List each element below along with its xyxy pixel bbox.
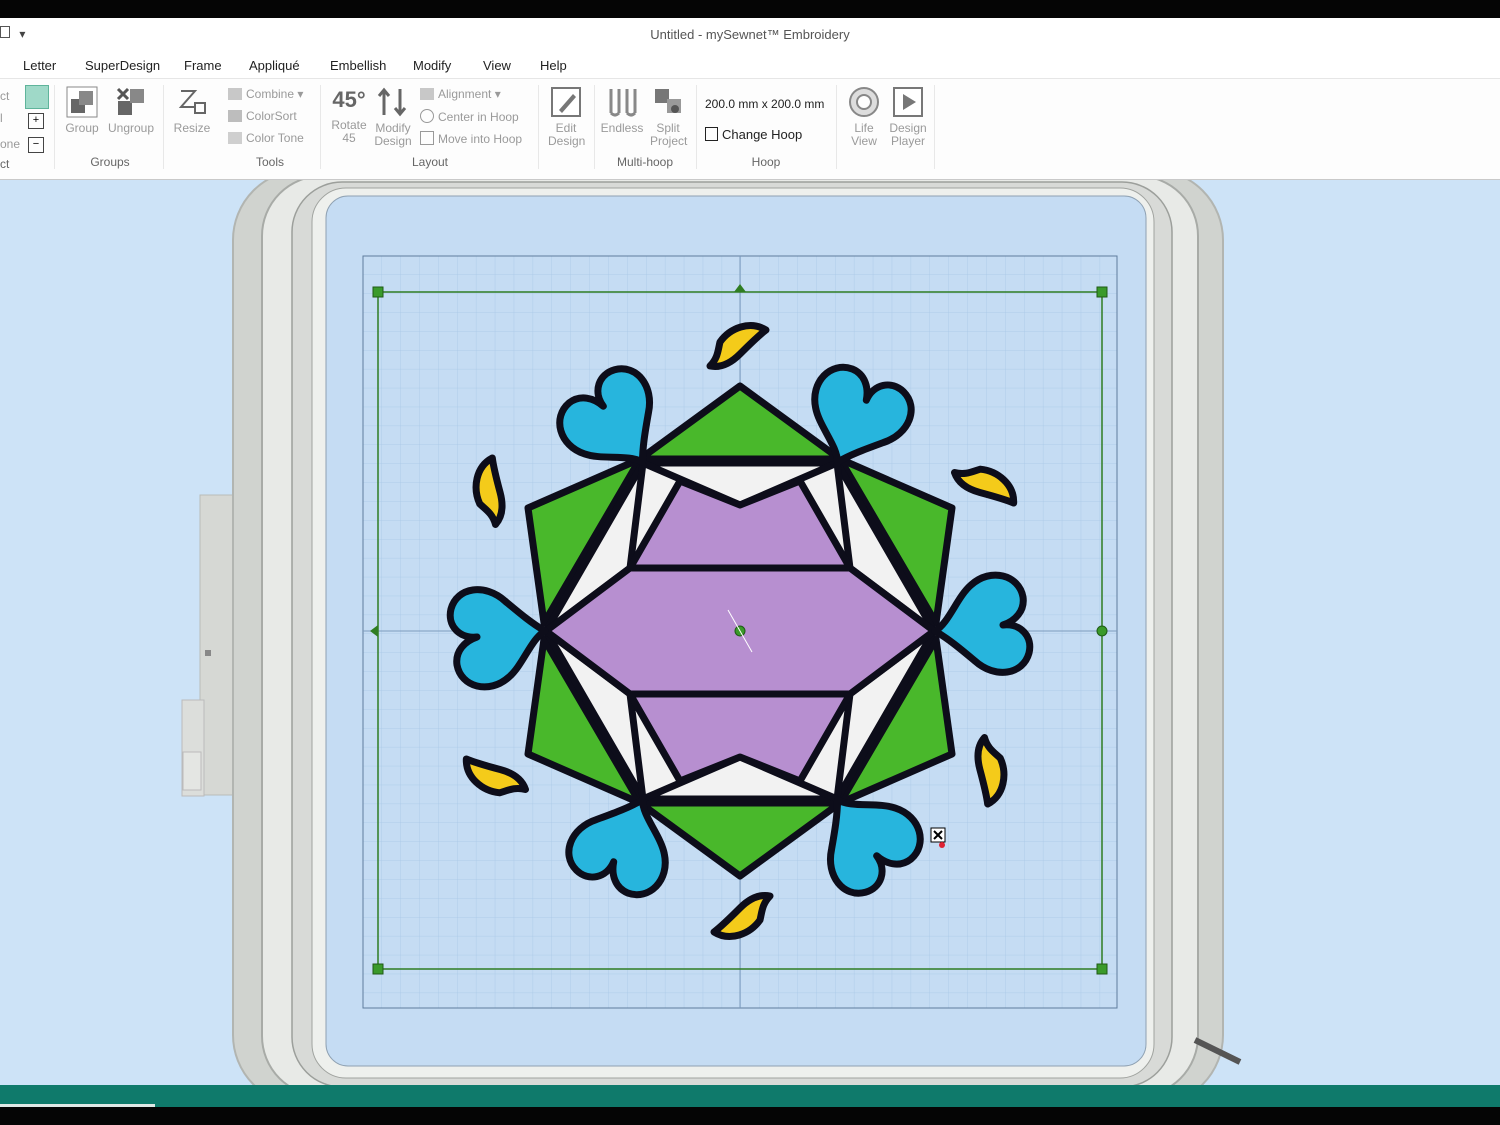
remove-from-selection-icon[interactable]: − [28,137,44,153]
alignment-button[interactable]: Alignment ▾ [420,87,501,101]
colortone-button[interactable]: Color Tone [228,131,304,145]
tab-help[interactable]: Help [540,58,567,73]
center-in-hoop-icon [420,109,434,123]
design-player-label: Design Player [889,121,927,148]
title-bar: ▾ Untitled - mySewnet™ Embroidery [0,18,1500,52]
modify-design-button[interactable]: Modify Design [372,85,414,148]
center-in-hoop-label: Center in Hoop [438,110,519,124]
colorsort-label: ColorSort [246,109,297,123]
edit-design-icon [551,87,581,117]
alignment-label: Alignment [438,87,492,101]
rotate-handle[interactable] [1096,625,1108,637]
cut-label-2: l [0,111,3,125]
rotate-45-button[interactable]: 45° Rotate 45 [328,85,370,145]
tab-view[interactable]: View [483,58,511,73]
hoop-size-label: 200.0 mm x 200.0 mm [705,97,825,111]
endless-button[interactable]: Endless [600,85,644,135]
modify-design-icon [377,87,407,117]
resize-handle-top-right[interactable] [1096,286,1108,298]
rotate-45-label: Rotate 45 [331,118,367,145]
change-hoop-label: Change Hoop [722,127,803,142]
multihoop-group-label: Multi-hoop [616,155,674,169]
ungroup-button-label: Ungroup [107,121,155,135]
cut-label-3: one [0,137,21,151]
design-workspace[interactable] [0,180,1500,1085]
ungroup-button[interactable]: Ungroup [104,85,158,135]
tab-embellish[interactable]: Embellish [330,58,386,73]
ungroup-icon [116,87,144,115]
colorsort-icon [228,110,242,122]
resize-icon [178,90,206,114]
cut-label-1: ct [0,89,10,103]
life-view-button[interactable]: Life View [842,85,886,148]
tab-modify[interactable]: Modify [413,58,451,73]
endless-icon [609,89,637,117]
life-view-label: Life View [851,121,877,148]
combine-label: Combine [246,87,295,101]
rotate-45-icon: 45° [332,87,366,112]
split-project-button[interactable]: Split Project [646,85,690,148]
group-icon [66,86,98,118]
design-player-icon [893,87,923,117]
tools-group-label: Tools [255,155,284,169]
resize-handle-top-left[interactable] [372,286,384,298]
add-to-selection-icon[interactable]: + [28,113,44,129]
combine-button[interactable]: Combine ▾ [228,87,303,101]
colorsort-button[interactable]: ColorSort [228,109,297,123]
status-bar [0,1085,1500,1107]
move-into-hoop-button[interactable]: Move into Hoop [420,131,522,146]
alignment-icon [420,88,434,100]
resize-button-label: Resize [173,121,211,135]
life-view-icon [849,87,879,117]
tab-applique[interactable]: Appliqué [249,58,300,73]
split-project-label: Split Project [650,121,688,148]
edit-design-label: Edit Design [548,121,586,148]
screen-bottom-edge [0,1107,1500,1125]
resize-handle-bottom-left[interactable] [372,963,384,975]
design-player-button[interactable]: Design Player [886,85,930,148]
ribbon-tabs: Letter SuperDesign Frame Appliqué Embell… [0,52,1500,78]
hoop-group-label: Hoop [751,155,781,169]
hoop-icon [705,127,718,141]
modify-design-label: Modify Design [374,121,412,148]
change-hoop-button[interactable]: Change Hoop [705,127,802,142]
tab-letter[interactable]: Letter [23,58,56,73]
endless-label: Endless [600,121,644,135]
combine-icon [228,88,242,100]
center-in-hoop-button[interactable]: Center in Hoop [420,109,519,124]
split-project-icon [655,89,681,113]
ribbon: ct l one ct + − Group Ungroup Groups Res… [0,78,1500,181]
select-group-icon[interactable] [25,85,49,109]
hoop-canvas[interactable] [0,180,1500,1085]
group-button[interactable]: Group [62,85,102,135]
screen-top-edge [0,0,1500,18]
move-into-hoop-icon [420,131,434,145]
groups-group-label: Groups [90,155,130,169]
window-title: Untitled - mySewnet™ Embroidery [650,27,850,42]
layout-group-label: Layout [411,155,449,169]
resize-handle-bottom-right[interactable] [1096,963,1108,975]
colortone-icon [228,132,242,144]
tab-frame[interactable]: Frame [184,58,222,73]
move-into-hoop-label: Move into Hoop [438,132,523,146]
group-button-label: Group [65,121,99,135]
cut-label-4: ct [0,157,10,171]
tab-superdesign[interactable]: SuperDesign [85,58,160,73]
edit-design-button[interactable]: Edit Design [544,85,588,148]
colortone-label: Color Tone [246,131,304,145]
resize-button[interactable]: Resize [172,85,212,135]
